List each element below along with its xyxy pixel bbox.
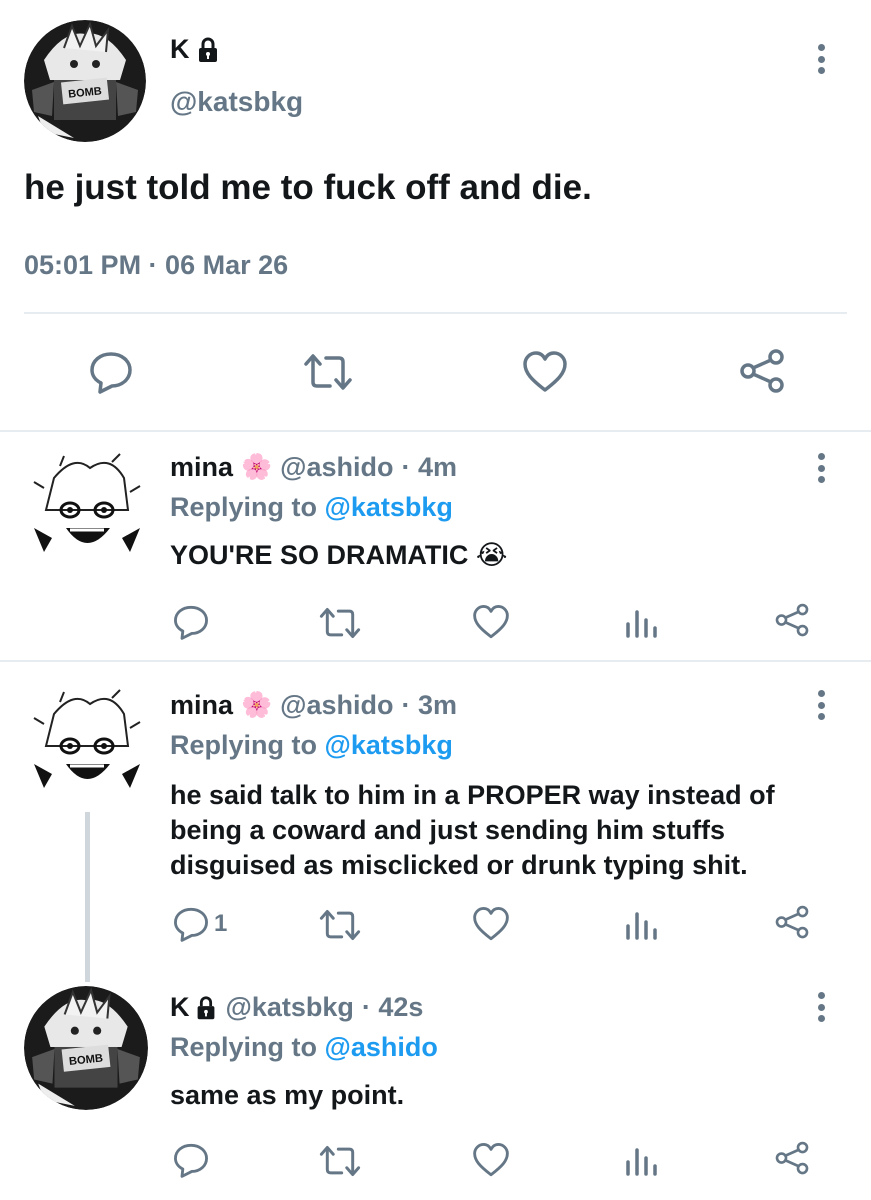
thread-line [85,812,90,982]
views-icon [626,1148,657,1176]
retweet-button[interactable] [318,606,362,640]
tweet-text-line: he said talk to him in a PROPER way inst… [170,780,775,810]
tweet-text: YOU'RE SO DRAMATIC 😭 [170,540,508,570]
retweet-button[interactable] [302,352,354,392]
retweet-icon [319,1145,361,1177]
retweet-button[interactable] [318,908,362,942]
share-button[interactable] [774,602,810,638]
tweet-text-line: disguised as misclicked or drunk typing … [170,850,748,880]
like-button[interactable] [472,1142,510,1178]
tweet-time[interactable]: · 42s [362,992,424,1023]
replying-to-link[interactable]: @katsbkg [325,730,453,760]
tweet-text: he just told me to fuck off and die. [24,168,592,207]
handle[interactable]: @katsbkg [226,992,354,1023]
views-button[interactable] [624,606,658,638]
reply-button[interactable] [172,1142,214,1178]
handle[interactable]: @katsbkg [170,86,303,118]
retweet-icon [319,607,361,639]
replying-label: Replying to [170,1032,317,1062]
replying-label: Replying to [170,492,317,522]
divider [0,660,871,662]
reply-button[interactable] [88,350,134,394]
reply-button[interactable] [172,604,214,640]
reply-icon [174,1143,208,1178]
more-icon[interactable] [817,453,825,483]
divider [0,430,871,432]
handle[interactable]: @ashido [280,452,393,483]
retweet-button[interactable] [318,1144,362,1178]
avatar[interactable]: BOMB [24,986,148,1110]
display-name[interactable]: K [170,992,190,1023]
share-icon [775,603,809,637]
tweet-text-line: being a coward and just sending him stuf… [170,815,726,845]
reply-icon [174,605,208,640]
like-button[interactable] [472,604,510,640]
avatar[interactable] [24,684,150,810]
tweet-timestamp[interactable]: 05:01 PM · 06 Mar 26 [24,250,288,281]
views-icon [626,912,657,940]
lock-icon [192,994,220,1022]
display-name[interactable]: K [170,34,190,65]
like-icon [523,351,567,392]
replying-to-link[interactable]: @katsbkg [325,492,453,522]
display-name[interactable]: mina [170,690,233,721]
more-icon[interactable] [817,992,825,1022]
lock-icon [193,35,223,65]
tweet-time[interactable]: · 3m [402,690,458,721]
like-icon [473,1143,509,1177]
replying-label: Replying to [170,730,317,760]
retweet-icon [304,354,352,390]
handle[interactable]: @ashido [280,690,393,721]
tweet-time[interactable]: · 4m [402,452,458,483]
replying-to-link[interactable]: @ashido [325,1032,438,1062]
like-button[interactable] [472,906,510,942]
reply-count: 1 [214,910,228,937]
more-icon[interactable] [817,44,825,74]
views-icon [626,610,657,638]
display-name[interactable]: mina [170,452,233,483]
share-button[interactable] [738,348,786,394]
divider [24,312,847,314]
like-button[interactable] [522,350,568,394]
flower-emoji: 🌸 [241,691,273,719]
share-icon [775,1141,809,1175]
flower-emoji: 🌸 [241,453,273,481]
retweet-icon [319,909,361,941]
tweet-text: he said talk to him in a PROPER way inst… [170,778,775,883]
tweet-text: same as my point. [170,1080,405,1110]
more-icon[interactable] [817,690,825,720]
reply-button[interactable]: 1 [172,906,227,942]
avatar[interactable]: BOMB [24,20,146,142]
avatar[interactable] [24,448,150,574]
share-button[interactable] [774,904,810,940]
views-button[interactable] [624,1144,658,1176]
share-button[interactable] [774,1140,810,1176]
like-icon [473,907,509,941]
reply-icon [174,907,208,942]
reply-icon [90,352,132,394]
share-icon [740,349,784,393]
like-icon [473,605,509,639]
share-icon [775,905,809,939]
views-button[interactable] [624,908,658,940]
